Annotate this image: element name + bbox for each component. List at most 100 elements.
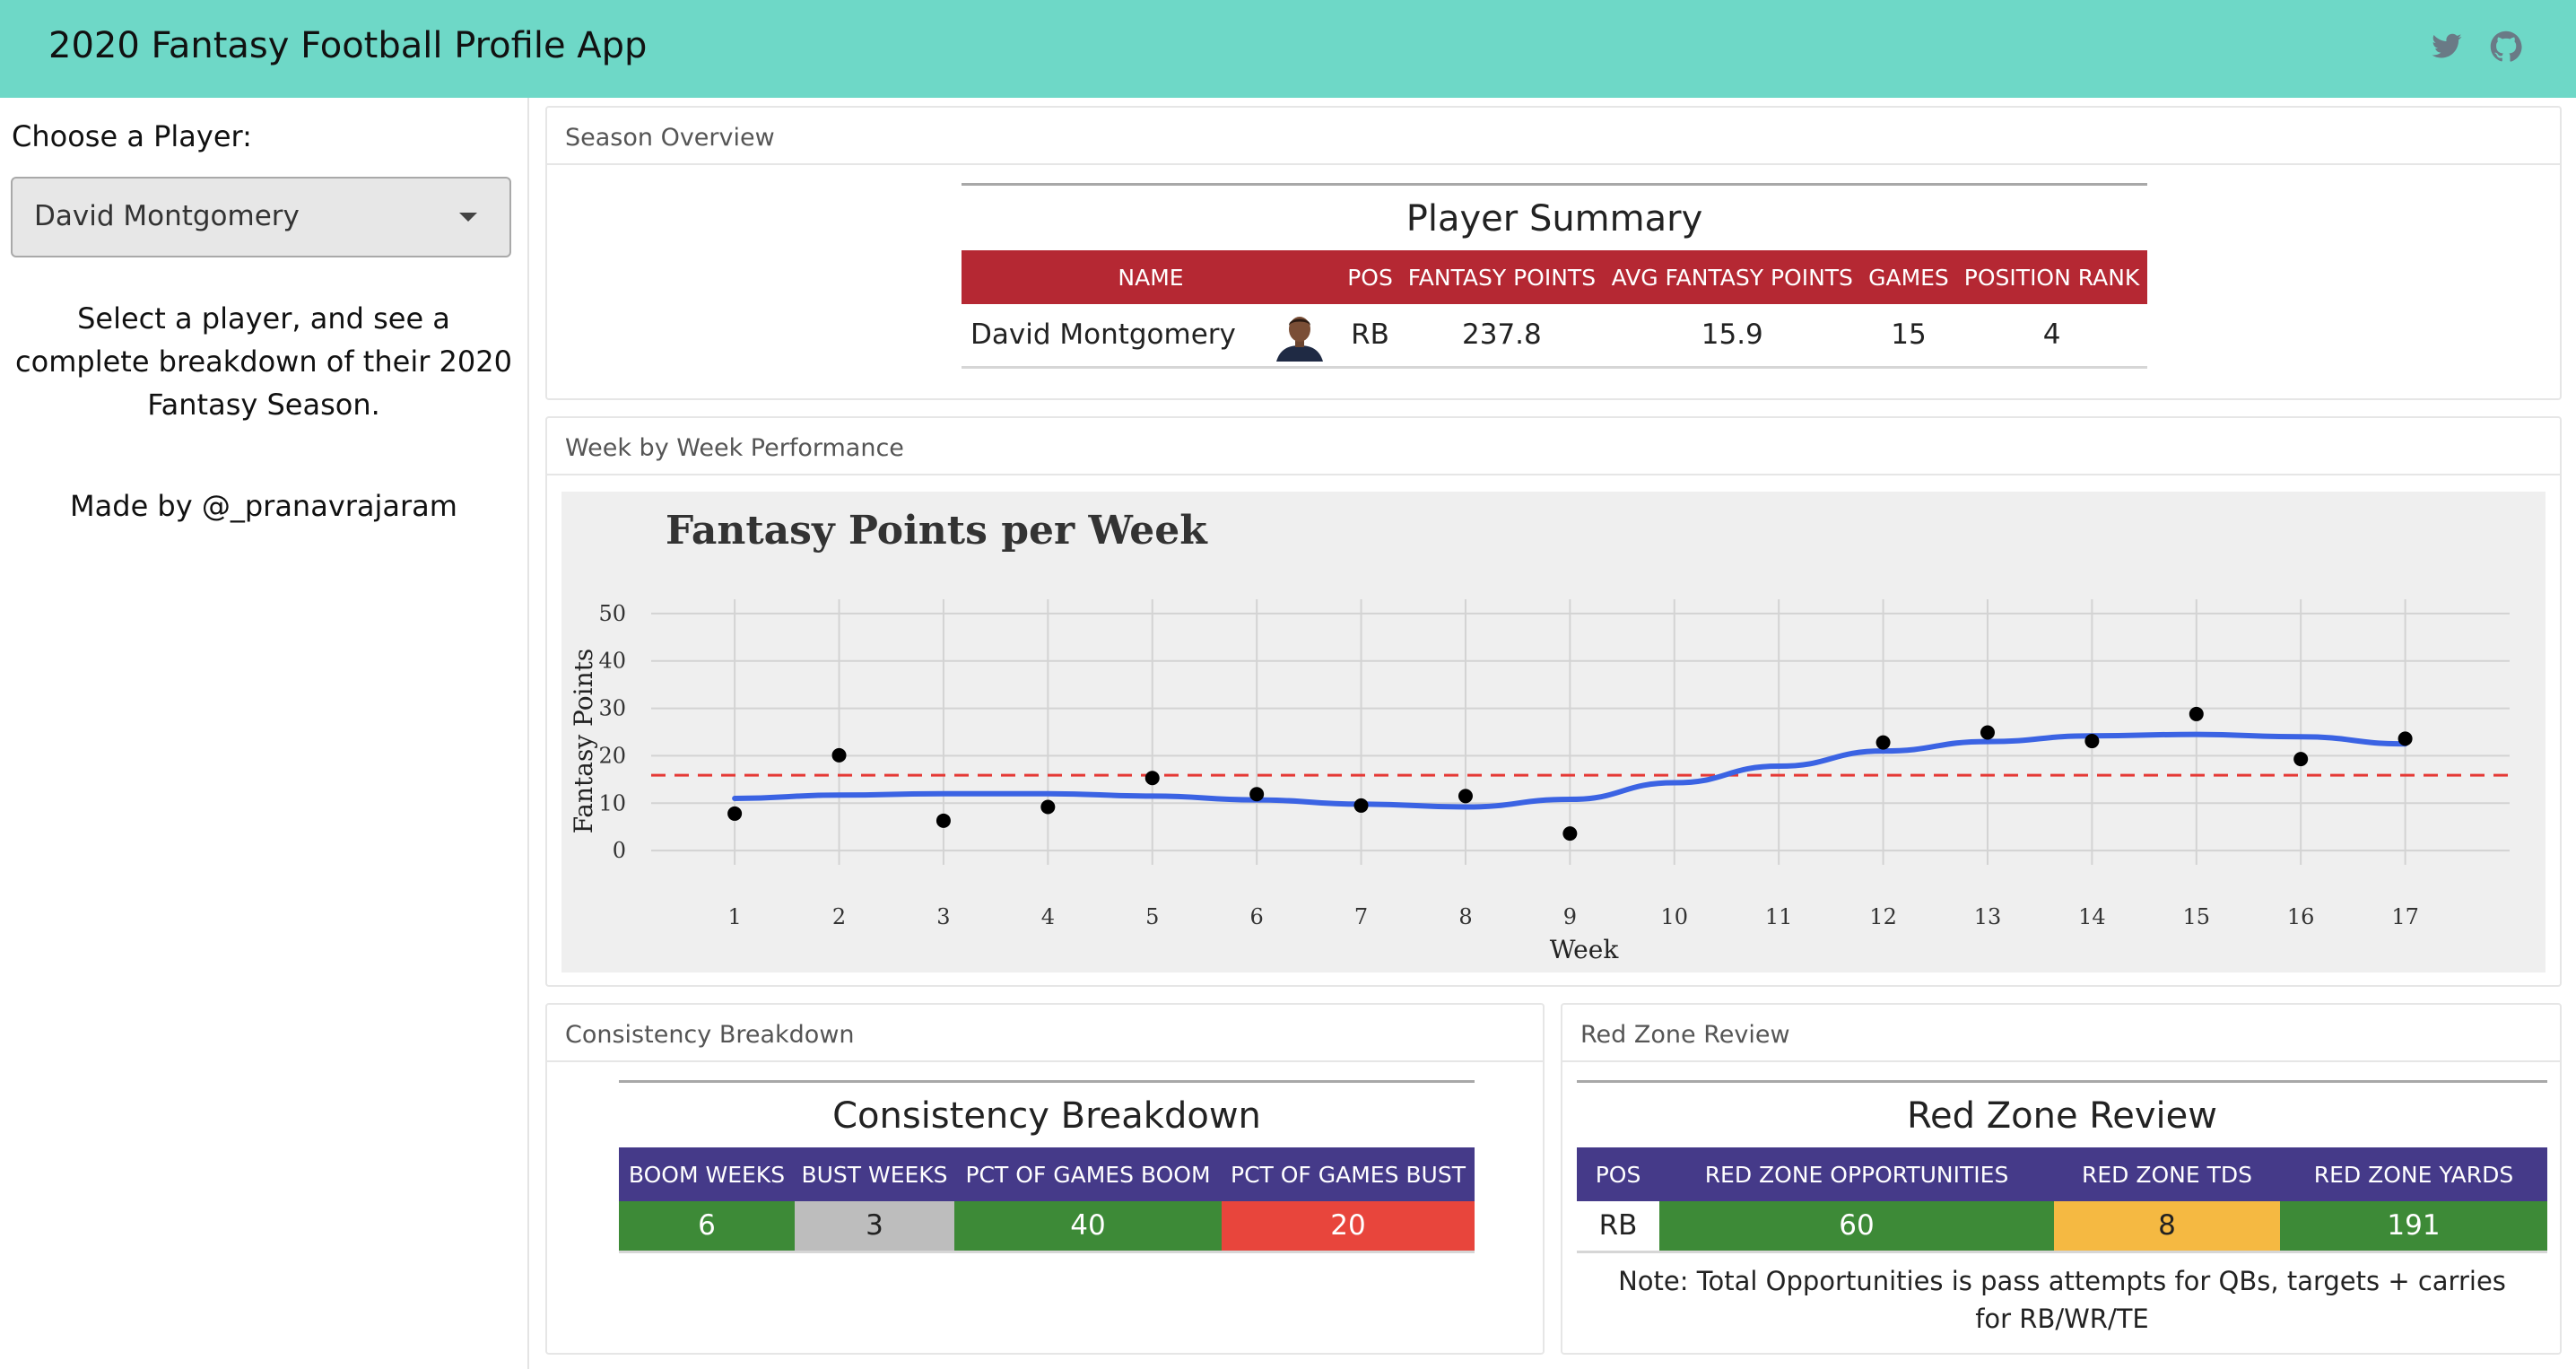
data-point: [2189, 706, 2204, 721]
red-zone-table-wrap: Red Zone Review POS RED ZONE OPPORTUNITI…: [1577, 1080, 2547, 1338]
x-tick-label: 12: [1869, 904, 1897, 929]
y-tick-label: 0: [613, 838, 626, 863]
sidebar-description: Select a player, and see a complete brea…: [15, 301, 512, 422]
data-point: [1458, 789, 1473, 804]
season-overview-panel: Season Overview Player Summary NAME POS …: [545, 106, 2562, 400]
player-pos-cell: RB: [1340, 304, 1401, 369]
x-tick-label: 17: [2391, 904, 2419, 929]
made-by-credit: Made by @_pranavrajaram: [70, 489, 457, 523]
games-cell: 15: [1860, 304, 1957, 369]
x-tick-label: 14: [2078, 904, 2106, 929]
player-select-dropdown[interactable]: David Montgomery: [11, 177, 511, 257]
data-point: [1040, 799, 1056, 815]
red-zone-table: POS RED ZONE OPPORTUNITIES RED ZONE TDS …: [1577, 1147, 2547, 1253]
x-tick-label: 1: [727, 904, 741, 929]
x-tick-label: 16: [2287, 904, 2315, 929]
consistency-breakdown-panel: Consistency Breakdown Consistency Breakd…: [545, 1003, 1545, 1355]
panel-header: Season Overview: [547, 108, 2560, 165]
y-tick-label: 40: [598, 649, 626, 674]
x-tick-label: 5: [1145, 904, 1159, 929]
x-tick-label: 9: [1563, 904, 1577, 929]
table-row: RB 60 8 191: [1577, 1201, 2547, 1253]
data-point: [1875, 735, 1891, 750]
chart-area: Fantasy Points per Week Fantasy Points W…: [561, 492, 2546, 972]
player-headshot-image: [1273, 308, 1327, 362]
header-icons: [2431, 31, 2522, 63]
chart-grid: [651, 599, 2510, 865]
col-header-games: GAMES: [1860, 250, 1957, 304]
x-tick-label: 10: [1660, 904, 1688, 929]
x-tick-label: 2: [832, 904, 846, 929]
x-tick-label: 11: [1765, 904, 1793, 929]
x-tick-label: 7: [1354, 904, 1368, 929]
chart-x-axis-label: Week: [1550, 935, 1620, 964]
data-point: [831, 747, 847, 763]
caret-down-icon: [459, 213, 477, 222]
data-point: [1353, 798, 1369, 813]
data-point: [936, 813, 951, 828]
panel-header: Red Zone Review: [1562, 1005, 2560, 1062]
red-zone-table-title: Red Zone Review: [1907, 1095, 2217, 1137]
player-summary-title: Player Summary: [1405, 198, 1703, 240]
panel-header: Consistency Breakdown: [547, 1005, 1543, 1062]
bust-weeks-cell: 3: [795, 1201, 954, 1253]
data-point: [1562, 826, 1578, 841]
x-tick-label: 4: [1041, 904, 1055, 929]
col-header-pos: POS: [1340, 250, 1401, 304]
col-header-boom-weeks: BOOM WEEKS: [619, 1147, 795, 1201]
y-tick-label: 20: [598, 743, 626, 768]
x-tick-label: 6: [1250, 904, 1264, 929]
x-tick-label: 15: [2183, 904, 2211, 929]
x-tick-label: 8: [1458, 904, 1472, 929]
table-row: 6 3 40 20: [619, 1201, 1475, 1253]
player-name-cell: David Montgomery: [962, 304, 1259, 369]
x-tick-label: 13: [1974, 904, 2002, 929]
tick-labels-layer: 1 2 3 4 5 6 7 8 9 10 11 12 13 14 15 16 1701020304050: [598, 601, 2418, 929]
col-header-bust-weeks: BUST WEEKS: [795, 1147, 954, 1201]
selected-player-value: David Montgomery: [34, 200, 300, 232]
col-header-position-rank: POSITION RANK: [1956, 250, 2147, 304]
github-icon[interactable]: [2490, 31, 2522, 63]
boom-weeks-cell: 6: [619, 1201, 795, 1253]
twitter-icon[interactable]: [2431, 31, 2463, 63]
col-header-name: NAME: [962, 250, 1340, 304]
table-header-row: NAME POS FANTASY POINTS AVG FANTASY POIN…: [962, 250, 2147, 304]
col-header-pct-games-boom: PCT OF GAMES BOOM: [954, 1147, 1222, 1201]
data-point: [1144, 771, 1160, 786]
y-tick-label: 10: [598, 790, 626, 815]
table-header-row: BOOM WEEKS BUST WEEKS PCT OF GAMES BOOM …: [619, 1147, 1475, 1201]
pct-games-bust-cell: 20: [1222, 1201, 1475, 1253]
table-row: David Montgomery RB 237.8 15.9 15 4: [962, 304, 2147, 369]
avg-fantasy-points-cell: 15.9: [1603, 304, 1861, 369]
data-point: [1980, 725, 1995, 740]
fantasy-points-cell: 237.8: [1400, 304, 1604, 369]
consistency-table: BOOM WEEKS BUST WEEKS PCT OF GAMES BOOM …: [619, 1147, 1475, 1253]
choose-player-label: Choose a Player:: [12, 119, 252, 153]
col-header-red-zone-opportunities: RED ZONE OPPORTUNITIES: [1659, 1147, 2054, 1201]
position-rank-cell: 4: [1956, 304, 2147, 369]
pct-games-boom-cell: 40: [954, 1201, 1222, 1253]
rz-pos-cell: RB: [1577, 1201, 1659, 1253]
table-header-row: POS RED ZONE OPPORTUNITIES RED ZONE TDS …: [1577, 1147, 2547, 1201]
player-summary-table-wrap: Player Summary NAME POS FANTASY POINTS A…: [962, 183, 2147, 369]
app-title: 2020 Fantasy Football Profile App: [48, 25, 648, 66]
x-tick-label: 3: [936, 904, 950, 929]
rz-tds-cell: 8: [2054, 1201, 2280, 1253]
y-tick-label: 30: [598, 696, 626, 721]
data-point: [2084, 734, 2100, 749]
rz-opportunities-cell: 60: [1659, 1201, 2054, 1253]
col-header-avg-fantasy-points: AVG FANTASY POINTS: [1603, 250, 1861, 304]
col-header-red-zone-tds: RED ZONE TDS: [2054, 1147, 2280, 1201]
data-point: [1249, 787, 1265, 802]
chart-title: Fantasy Points per Week: [666, 508, 1208, 554]
data-point: [2398, 731, 2413, 746]
panel-header: Week by Week Performance: [547, 418, 2560, 475]
col-header-red-zone-yards: RED ZONE YARDS: [2280, 1147, 2547, 1201]
consistency-table-wrap: Consistency Breakdown BOOM WEEKS BUST WE…: [619, 1080, 1475, 1253]
consistency-table-title: Consistency Breakdown: [832, 1095, 1261, 1137]
data-point: [727, 806, 743, 821]
fantasy-points-chart: Fantasy Points per Week Fantasy Points W…: [569, 508, 2510, 964]
red-zone-note: Note: Total Opportunities is pass attemp…: [1618, 1265, 2506, 1334]
red-zone-review-panel: Red Zone Review Red Zone Review POS RED …: [1561, 1003, 2562, 1355]
chart-y-axis-label: Fantasy Points: [569, 649, 598, 833]
